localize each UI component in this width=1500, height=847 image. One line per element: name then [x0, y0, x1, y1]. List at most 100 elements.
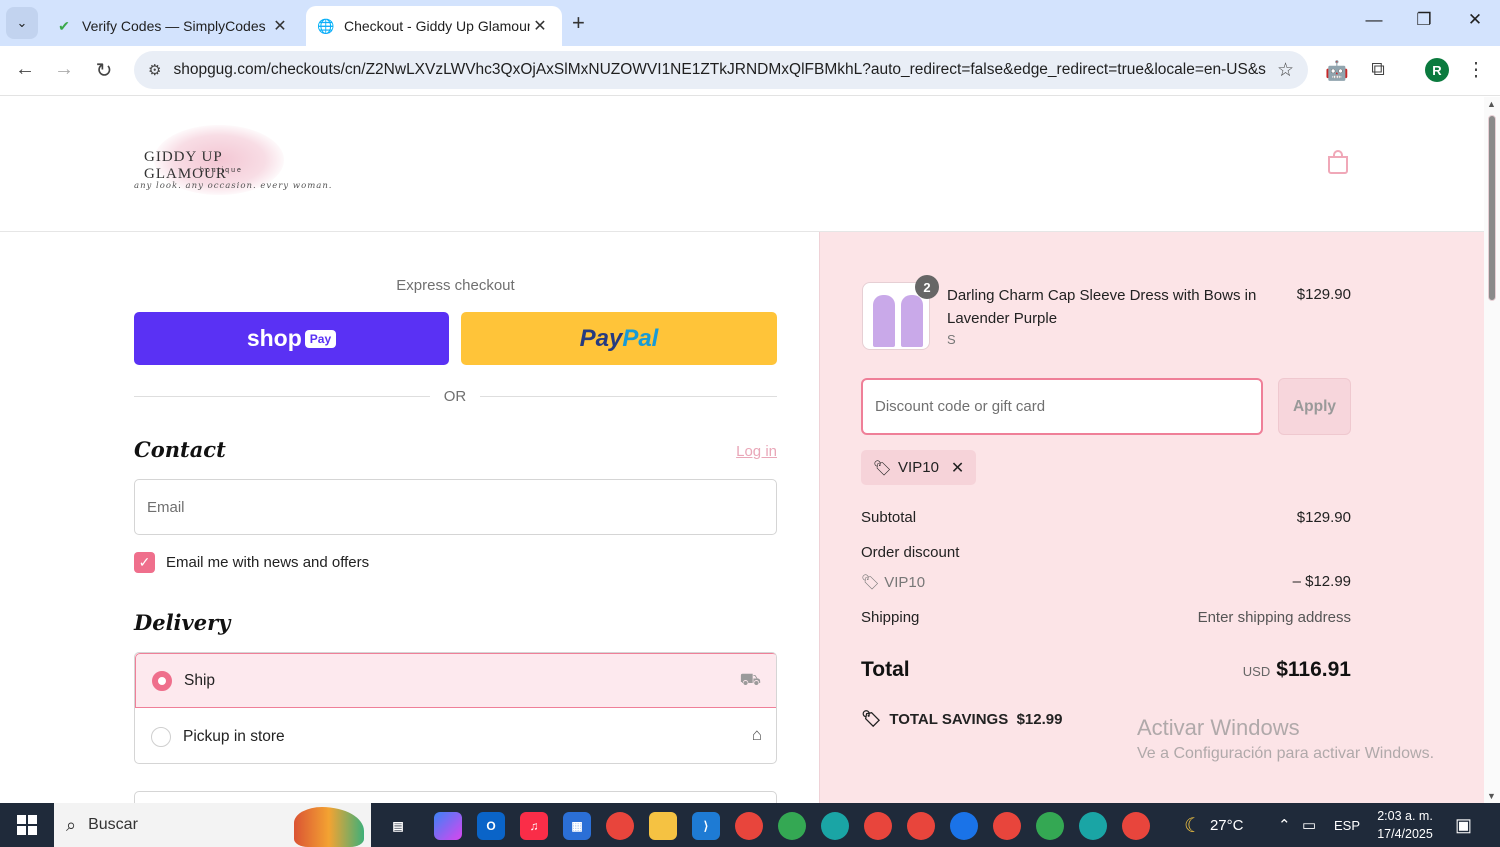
browser-tab-bar: ⌄ ✔ Verify Codes — SimplyCodes ✕ 🌐 Check… — [0, 0, 1500, 46]
tab-search-chevron-icon[interactable]: ⌄ — [6, 7, 38, 39]
shop-pay-button[interactable]: shop Pay — [134, 312, 449, 365]
tray-chevron-icon[interactable]: ⌃ — [1278, 803, 1291, 847]
order-discount-row: Order discount — [861, 544, 1351, 561]
chrome-profile-active-icon[interactable] — [1036, 812, 1064, 840]
quantity-badge: 2 — [915, 275, 939, 299]
paypal-button[interactable]: Pay Pal — [461, 312, 777, 365]
watermark-line2: Ve a Configuración para activar Windows. — [1137, 745, 1435, 762]
tab-verify-codes[interactable]: ✔ Verify Codes — SimplyCodes ✕ — [44, 6, 302, 46]
chrome-profile-m-icon[interactable] — [864, 812, 892, 840]
copilot-icon[interactable] — [434, 812, 462, 840]
taskbar-search[interactable]: ⌕ Buscar — [54, 803, 371, 847]
clock-date: 17/4/2025 — [1377, 827, 1433, 841]
scroll-up-icon[interactable]: ▲ — [1487, 99, 1496, 109]
discount-code-label: 🏷 VIP10 — [861, 573, 925, 591]
site-info-icon[interactable]: ⚙ — [148, 61, 161, 79]
remove-code-icon[interactable]: ✕ — [951, 458, 964, 478]
page-scrollbar[interactable]: ▲ ▼ — [1484, 97, 1500, 803]
store-logo[interactable]: GIDDY UP GLAMOUR boutique any look. any … — [134, 125, 332, 205]
chrome-profile-r-icon[interactable] — [950, 812, 978, 840]
bookmark-star-icon[interactable]: ☆ — [1277, 59, 1294, 82]
outlook-icon[interactable]: O — [477, 812, 505, 840]
chrome-profile-c-icon[interactable] — [821, 812, 849, 840]
logo-brand-text: GIDDY UP GLAMOUR — [144, 149, 227, 182]
chrome-profile-d-icon[interactable] — [1122, 812, 1150, 840]
windows-activation-watermark: Activar Windows Ve a Configuración para … — [1137, 715, 1434, 763]
reload-icon[interactable]: ↻ — [91, 58, 117, 83]
checkout-page: GIDDY UP GLAMOUR boutique any look. any … — [0, 97, 1484, 803]
notifications-icon[interactable]: ▣ — [1455, 803, 1472, 847]
news-checkbox-label[interactable]: Email me with news and offers — [166, 554, 369, 571]
tab-checkout[interactable]: 🌐 Checkout - Giddy Up Glamour B ✕ — [306, 6, 562, 46]
total-savings: 🏷 TOTAL SAVINGS $12.99 — [861, 709, 1062, 729]
forward-icon[interactable]: → — [51, 58, 77, 81]
scrollbar-thumb[interactable] — [1488, 115, 1496, 301]
applied-code-text: VIP10 — [898, 459, 939, 476]
product-price: $129.90 — [1296, 286, 1351, 303]
delivery-option-ship[interactable]: Ship ⛟ — [135, 653, 776, 708]
news-checkbox[interactable]: ✓ — [134, 552, 155, 573]
close-tab-icon[interactable]: ✕ — [530, 16, 550, 36]
log-in-link[interactable]: Log in — [720, 443, 777, 460]
discount-value: – $12.99 — [1292, 573, 1351, 590]
shop-pay-badge: Pay — [304, 329, 337, 348]
network-icon[interactable]: ▭ — [1302, 803, 1316, 847]
apply-button[interactable]: Apply — [1278, 378, 1351, 435]
shopping-bag-icon[interactable] — [1326, 149, 1350, 175]
language-indicator[interactable]: ESP — [1334, 803, 1360, 847]
shipping-label: Shipping — [861, 609, 920, 626]
chrome-profile-s-icon[interactable] — [735, 812, 763, 840]
omnibox[interactable]: ⚙ shopgug.com/checkouts/cn/Z2NwLXVzLWVhc… — [134, 51, 1308, 89]
close-window-icon[interactable]: ✕ — [1455, 10, 1495, 30]
product-variant: S — [947, 332, 956, 347]
discount-code-input[interactable]: Discount code or gift card — [861, 378, 1263, 435]
vscode-icon[interactable]: ⟩ — [692, 812, 720, 840]
chrome-profile-s2-icon[interactable] — [1079, 812, 1107, 840]
url-text[interactable]: shopgug.com/checkouts/cn/Z2NwLXVzLWVhc3Q… — [173, 61, 1267, 79]
delivery-option-pickup[interactable]: Pickup in store ⌂ — [135, 709, 776, 763]
total-label: Total — [861, 658, 910, 681]
back-icon[interactable]: ← — [12, 58, 38, 81]
close-tab-icon[interactable]: ✕ — [270, 16, 290, 36]
order-discount-label: Order discount — [861, 544, 960, 561]
applied-code-chip: 🏷 VIP10 ✕ — [861, 450, 977, 485]
chrome-profile-e-icon[interactable] — [907, 812, 935, 840]
file-explorer-icon[interactable] — [649, 812, 677, 840]
email-field[interactable]: Email — [134, 479, 777, 535]
system-clock[interactable]: 2:03 a. m. 17/4/2025 — [1374, 807, 1436, 843]
chrome-profile-n-icon[interactable] — [778, 812, 806, 840]
paypal-wordmark-b: Pal — [622, 324, 659, 352]
shipping-row: Shipping Enter shipping address — [861, 609, 1351, 626]
divider-right — [480, 396, 777, 397]
contact-heading: Contact — [134, 437, 226, 462]
music-icon[interactable]: ♫ — [520, 812, 548, 840]
store-icon: ⌂ — [751, 725, 762, 744]
delivery-options: Ship ⛟ Pickup in store ⌂ — [134, 652, 777, 764]
chrome-icon[interactable] — [606, 812, 634, 840]
dress-figure-left — [873, 295, 895, 347]
restore-icon[interactable]: ❐ — [1404, 10, 1444, 30]
weather-widget[interactable]: ☾ 27°C — [1184, 803, 1243, 847]
search-icon: ⌕ — [66, 814, 77, 835]
discount-code-text: VIP10 — [884, 574, 926, 591]
minimize-icon[interactable]: — — [1354, 10, 1394, 30]
new-tab-icon[interactable]: + — [572, 10, 585, 36]
ship-radio[interactable] — [152, 670, 172, 691]
store-app-icon[interactable]: ▦ — [563, 812, 591, 840]
chrome-profile-i-icon[interactable] — [993, 812, 1021, 840]
divider-left — [134, 396, 430, 397]
truck-icon: ⛟ — [739, 670, 761, 689]
extension-robot-icon[interactable]: 🤖 — [1324, 59, 1350, 83]
extensions-puzzle-icon[interactable]: ⧉ — [1365, 59, 1391, 81]
profile-avatar[interactable]: R — [1425, 58, 1449, 82]
menu-kebab-icon[interactable]: ⋮ — [1463, 59, 1489, 82]
task-view-icon[interactable]: ▤ — [384, 812, 412, 840]
search-highlight-image — [294, 807, 364, 847]
tag-icon: 🏷 — [873, 459, 893, 477]
scroll-down-icon[interactable]: ▼ — [1487, 791, 1496, 801]
next-field-box[interactable] — [134, 791, 777, 803]
subtotal-row: Subtotal $129.90 — [861, 509, 1351, 526]
pickup-radio[interactable] — [151, 726, 171, 747]
clock-time: 2:03 a. m. — [1377, 809, 1433, 823]
windows-start-icon[interactable] — [0, 803, 54, 847]
